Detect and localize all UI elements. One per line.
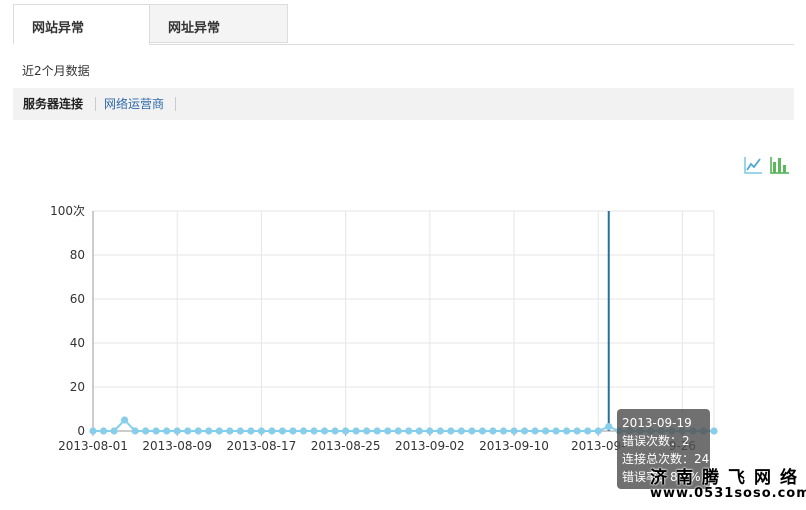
data-point <box>226 427 234 435</box>
data-point <box>289 427 297 435</box>
data-point <box>468 427 476 435</box>
x-tick-label: 2013-08-01 <box>58 439 128 453</box>
x-tick-label: 2013-08-17 <box>227 439 297 453</box>
data-point <box>215 427 223 435</box>
data-point <box>478 427 487 435</box>
data-point <box>173 427 181 435</box>
data-point <box>363 427 371 435</box>
data-point <box>120 416 129 424</box>
data-point <box>605 423 613 431</box>
y-tick-label: 20 <box>70 380 85 394</box>
x-tick-label: 2013-08-09 <box>142 439 212 453</box>
y-tick-label: 40 <box>70 336 85 350</box>
y-tick-label: 100次 <box>50 204 85 218</box>
x-tick-label: 2013-09-10 <box>479 439 549 453</box>
data-point <box>99 427 108 435</box>
data-point <box>205 427 213 435</box>
data-point <box>320 427 329 435</box>
data-point <box>489 427 497 435</box>
data-point <box>310 427 318 435</box>
watermark-url: www.0531soso.com <box>650 486 806 501</box>
data-point <box>299 427 308 435</box>
data-point <box>342 427 350 435</box>
data-point <box>384 427 392 435</box>
data-point <box>110 427 118 435</box>
data-point <box>394 427 402 435</box>
tooltip-error-count: 错误次数：2 <box>622 434 690 448</box>
data-point <box>236 427 244 435</box>
data-point <box>152 427 160 435</box>
data-point <box>436 427 444 435</box>
data-point <box>278 427 287 435</box>
data-point <box>710 427 718 435</box>
data-point <box>131 427 139 435</box>
y-tick-label: 80 <box>70 248 85 262</box>
data-point <box>142 427 150 435</box>
data-point <box>594 427 602 435</box>
watermark-company: 济南腾飞网络 <box>650 468 806 488</box>
y-tick-label: 0 <box>77 424 85 438</box>
data-point <box>510 427 518 435</box>
data-point <box>331 427 339 435</box>
data-point <box>268 427 276 435</box>
data-point <box>405 427 413 435</box>
data-point <box>457 427 465 435</box>
data-point <box>415 427 423 435</box>
data-point <box>552 427 560 435</box>
y-tick-label: 60 <box>70 292 85 306</box>
data-point <box>447 427 455 435</box>
data-point <box>426 427 434 435</box>
data-point <box>89 427 97 435</box>
data-point <box>247 427 255 435</box>
data-point <box>584 427 592 435</box>
x-tick-label: 2013-08-25 <box>311 439 381 453</box>
data-point <box>520 427 529 435</box>
data-point <box>163 427 171 435</box>
data-point <box>531 427 539 435</box>
data-point <box>194 427 202 435</box>
data-point <box>184 427 192 435</box>
tooltip-date: 2013-09-19 <box>622 416 692 430</box>
data-point <box>499 427 508 435</box>
data-point <box>541 427 550 435</box>
watermark: 济南腾飞网络 www.0531soso.com <box>650 463 806 501</box>
data-point <box>373 427 381 435</box>
data-point <box>352 427 360 435</box>
x-tick-label: 2013-09-02 <box>395 439 465 453</box>
data-point <box>257 427 266 435</box>
data-point <box>563 427 571 435</box>
data-point <box>573 427 581 435</box>
